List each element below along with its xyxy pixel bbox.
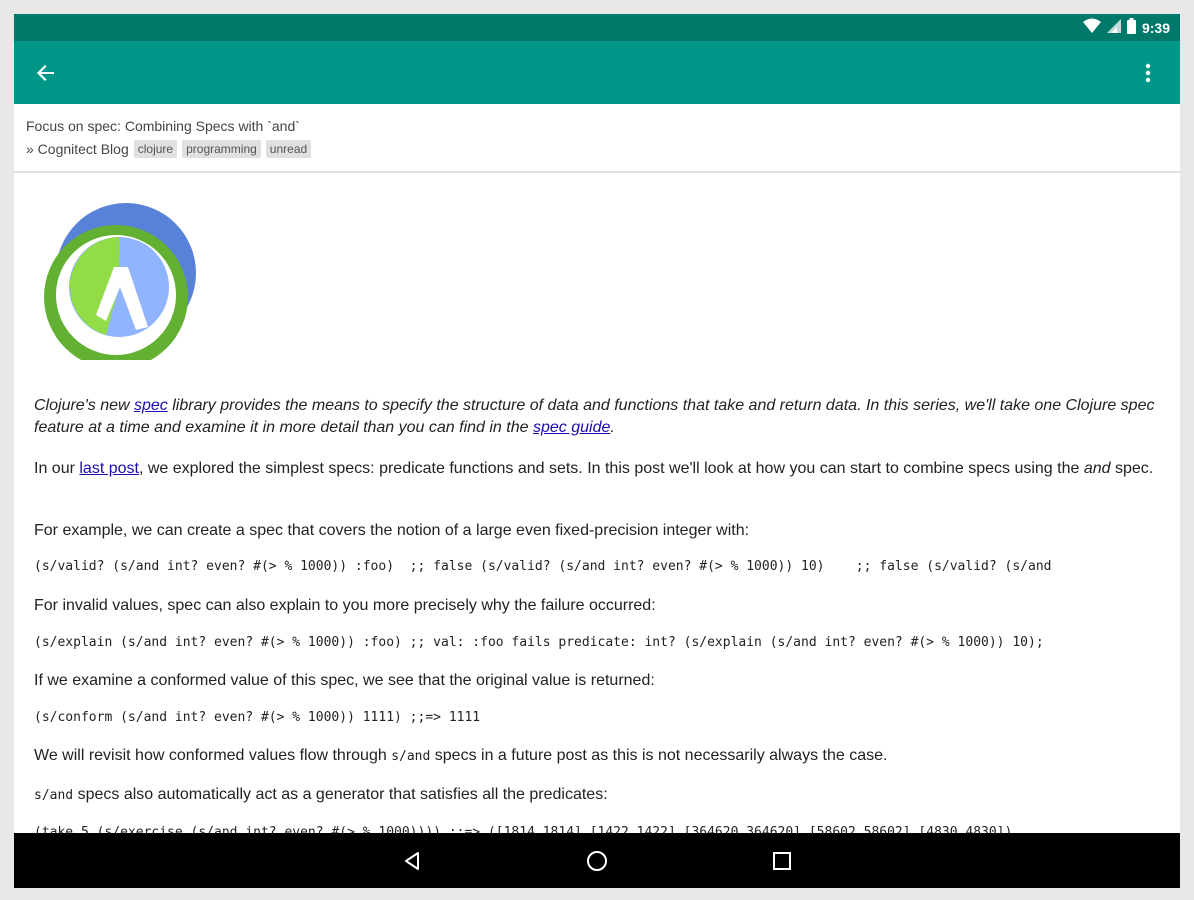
nav-home-icon[interactable]	[581, 845, 613, 877]
spec-link[interactable]: spec	[134, 397, 168, 414]
p6-text-1: We will revisit how conformed values flo…	[34, 747, 392, 764]
article-source-row: » Cognitect Blog clojure programming unr…	[26, 140, 312, 158]
battery-icon	[1126, 17, 1136, 39]
arrow-back-icon[interactable]	[32, 59, 60, 87]
article-source: » Cognitect Blog	[26, 141, 129, 157]
nav-recents-icon[interactable]	[766, 845, 798, 877]
p2-text-1: In our	[34, 460, 80, 477]
nav-back-icon[interactable]	[396, 845, 428, 877]
p7-text-2: specs also automatically act as a genera…	[73, 786, 608, 803]
more-vert-icon[interactable]	[1134, 59, 1162, 87]
tag-clojure[interactable]: clojure	[133, 140, 178, 158]
p6-inline-code: s/and	[391, 749, 431, 764]
signal-icon	[1106, 18, 1121, 38]
p7-inline-code: s/and	[34, 788, 74, 803]
last-post-link[interactable]: last post	[79, 460, 139, 477]
intro-text-3: .	[610, 419, 615, 436]
tag-programming[interactable]: programming	[182, 140, 261, 158]
app-bar	[14, 41, 1180, 104]
paragraph-generator: s/and specs also automatically act as a …	[34, 784, 1164, 807]
p2-text-3: spec.	[1110, 460, 1154, 477]
navigation-bar	[14, 833, 1180, 888]
code-block-exercise: (take 5 (s/exercise (s/and int? even? #(…	[34, 825, 1013, 833]
intro-paragraph: Clojure's new spec library provides the …	[34, 395, 1164, 439]
article-header: Focus on spec: Combining Specs with `and…	[14, 104, 1180, 173]
device-screen: 9:39 Focus on spec: Combining Specs with…	[14, 14, 1180, 888]
clojure-logo	[36, 195, 201, 369]
status-icons: 9:39	[1082, 17, 1170, 39]
wifi-icon	[1082, 18, 1101, 39]
paragraph-invalid: For invalid values, spec can also explai…	[34, 597, 656, 614]
paragraph-revisit: We will revisit how conformed values flo…	[34, 745, 1164, 768]
p6-text-2: specs in a future post as this is not ne…	[430, 747, 888, 764]
status-time: 9:39	[1141, 20, 1170, 36]
p2-text-2: , we explored the simplest specs: predic…	[138, 460, 1084, 477]
status-bar: 9:39	[14, 14, 1180, 41]
p2-emphasis: and	[1083, 460, 1111, 477]
spec-guide-link[interactable]: spec guide	[533, 419, 610, 436]
tag-unread[interactable]: unread	[265, 140, 312, 158]
article-title: Focus on spec: Combining Specs with `and…	[26, 118, 300, 134]
code-block-valid: (s/valid? (s/and int? even? #(> % 1000))…	[34, 559, 1052, 574]
code-block-conform: (s/conform (s/and int? even? #(> % 1000)…	[34, 710, 481, 725]
code-block-explain: (s/explain (s/and int? even? #(> % 1000)…	[34, 635, 1044, 650]
paragraph-conform: If we examine a conformed value of this …	[34, 672, 655, 689]
article-content[interactable]: Clojure's new spec library provides the …	[14, 173, 1180, 833]
intro-text-1: Clojure's new	[34, 397, 134, 414]
paragraph-example: For example, we can create a spec that c…	[34, 522, 750, 539]
paragraph-last-post: In our last post, we explored the simple…	[34, 458, 1164, 480]
